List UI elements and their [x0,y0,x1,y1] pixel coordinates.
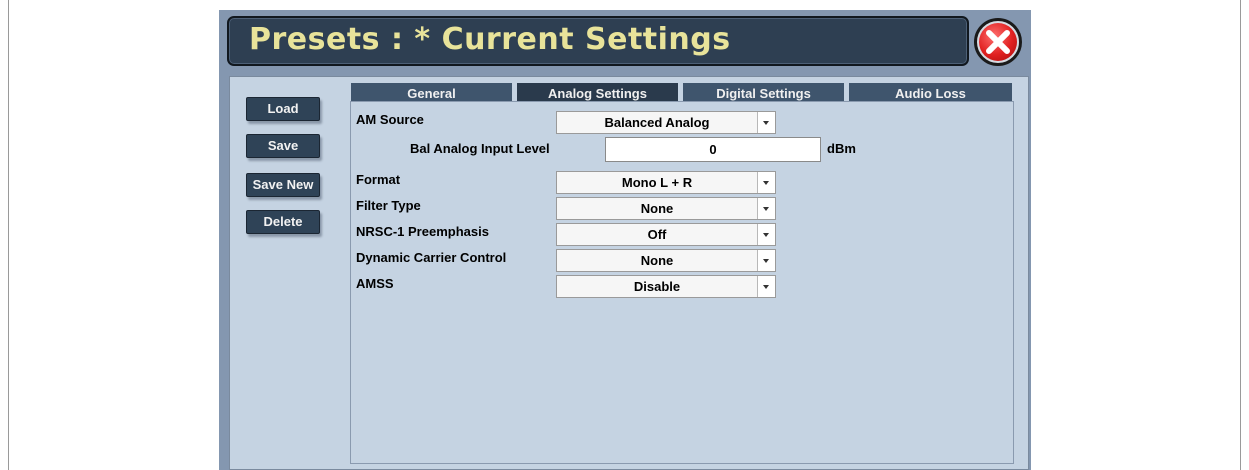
am-source-label: AM Source [356,112,424,127]
close-button[interactable] [974,18,1022,66]
analog-settings-panel: AM Source Balanced Analog Bal Analog Inp… [350,101,1014,464]
chevron-down-icon [757,276,775,297]
delete-button[interactable]: Delete [246,210,320,234]
presets-window: Presets : * Current Settings Load Save S… [219,10,1031,470]
chevron-down-icon [757,250,775,271]
title-separator: : * [380,22,442,57]
nrsc1-preemphasis-value: Off [647,227,667,242]
amss-dropdown[interactable]: Disable [556,275,776,298]
amss-value: Disable [633,279,681,294]
bal-analog-input-level-unit: dBm [827,141,856,156]
dynamic-carrier-control-label: Dynamic Carrier Control [356,250,507,265]
page-title: Presets : * Current Settings [249,22,731,57]
filter-type-label: Filter Type [356,198,421,213]
format-dropdown[interactable]: Mono L + R [556,171,776,194]
chevron-down-icon [757,198,775,219]
am-source-value: Balanced Analog [604,115,710,130]
dynamic-carrier-control-value: None [640,253,674,268]
page-border-right [1240,0,1241,470]
nrsc1-preemphasis-label: NRSC-1 Preemphasis [356,224,489,239]
format-value: Mono L + R [621,175,693,190]
filter-type-dropdown[interactable]: None [556,197,776,220]
chevron-down-icon [757,172,775,193]
title-bar: Presets : * Current Settings [227,16,969,66]
bal-analog-input-level-input[interactable] [605,137,821,162]
content-area: Load Save Save New Delete General Analog… [229,76,1029,470]
filter-type-value: None [640,201,674,216]
bal-analog-input-level-label: Bal Analog Input Level [410,141,550,156]
amss-label: AMSS [356,276,394,291]
page-border-left [8,0,9,470]
save-button[interactable]: Save [246,134,320,158]
dynamic-carrier-control-dropdown[interactable]: None [556,249,776,272]
chevron-down-icon [757,112,775,133]
title-preset-name: Current Settings [441,22,731,57]
save-new-button[interactable]: Save New [246,173,320,197]
am-source-dropdown[interactable]: Balanced Analog [556,111,776,134]
title-prefix: Presets [249,22,381,57]
nrsc1-preemphasis-dropdown[interactable]: Off [556,223,776,246]
format-label: Format [356,172,401,187]
load-button[interactable]: Load [246,97,320,121]
close-x-glyph-icon [986,30,1010,54]
chevron-down-icon [757,224,775,245]
